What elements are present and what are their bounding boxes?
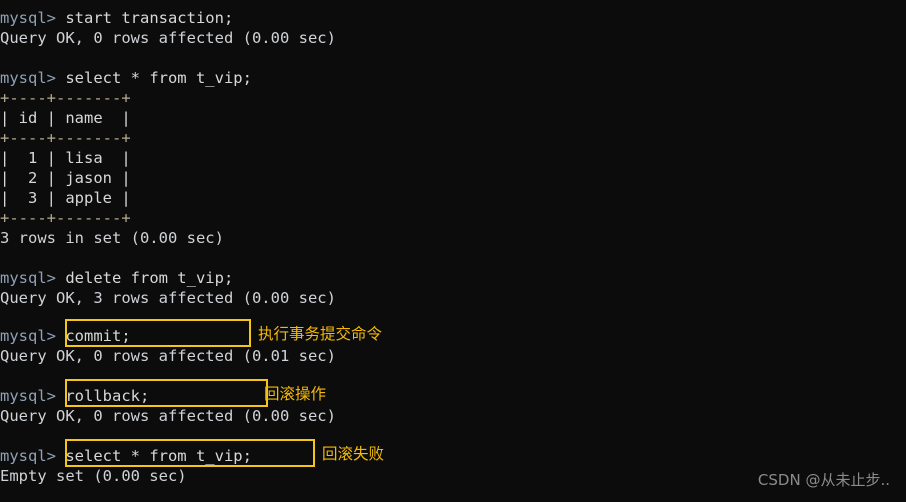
table-border: +----+-------+ [0,209,131,227]
terminal-line: mysql> select * from t_vip; [0,446,252,466]
mysql-prompt: mysql> [0,447,66,465]
command-text-select: select * from t_vip; [65,447,252,465]
terminal-output-line: 3 rows in set (0.00 sec) [0,229,224,247]
terminal-line: mysql> rollback; [0,386,149,406]
command-text: delete from t_vip; [65,269,234,287]
table-border: +----+-------+ [0,89,131,107]
table-row: | 2 | jason | [0,169,131,187]
terminal-line: mysql> commit; [0,326,131,346]
csdn-watermark: CSDN @从未止步.. [757,471,890,489]
terminal-line: mysql> delete from t_vip; [0,268,233,288]
mysql-prompt: mysql> [0,327,66,345]
terminal-output-line: Query OK, 0 rows affected (0.00 sec) [0,407,336,425]
command-text: select * from t_vip; [65,69,252,87]
mysql-prompt: mysql> [0,69,66,87]
command-text-commit: commit; [65,327,131,345]
mysql-prompt: mysql> [0,269,66,287]
command-text-rollback: rollback; [65,387,150,405]
terminal-output-line: Query OK, 0 rows affected (0.01 sec) [0,347,336,365]
table-border: +----+-------+ [0,129,131,147]
terminal-output-line: Query OK, 0 rows affected (0.00 sec) [0,29,336,47]
table-row: | 3 | apple | [0,189,131,207]
terminal-output-line: Empty set (0.00 sec) [0,467,187,485]
terminal-line: mysql> select * from t_vip; [0,68,252,88]
rollback-annotation: 回滚操作 [264,385,327,403]
command-text: start transaction; [65,9,234,27]
table-header-row: | id | name | [0,109,131,127]
terminal-line: mysql> start transaction; [0,8,233,28]
select-annotation: 回滚失败 [322,445,385,463]
table-row: | 1 | lisa | [0,149,131,167]
mysql-prompt: mysql> [0,387,66,405]
mysql-prompt: mysql> [0,9,66,27]
terminal-window: mysql> start transaction; Query OK, 0 ro… [0,0,906,502]
terminal-output-line: Query OK, 3 rows affected (0.00 sec) [0,289,336,307]
commit-annotation: 执行事务提交命令 [258,325,383,343]
